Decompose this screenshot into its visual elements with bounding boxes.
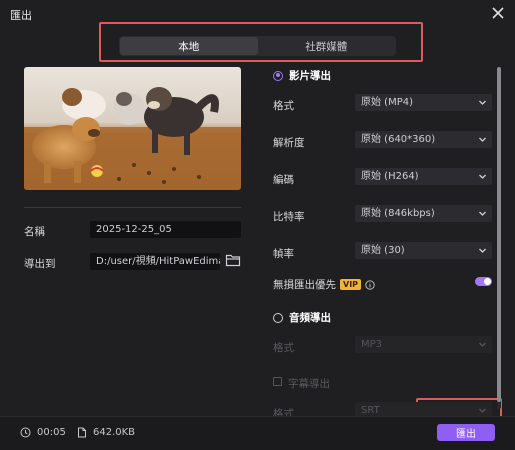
filesize-info: 642.0KB <box>77 427 135 438</box>
settings-scrollbar[interactable] <box>497 67 501 409</box>
audio-export-option[interactable]: 音頻導出 <box>273 310 331 325</box>
window-title: 匯出 <box>10 9 32 22</box>
codec-select[interactable]: 原始 (H264) <box>355 168 492 185</box>
chevron-down-icon <box>479 100 486 105</box>
format-label: 格式 <box>273 100 294 112</box>
tab-local[interactable]: 本地 <box>120 37 258 55</box>
chevron-down-icon <box>479 408 486 413</box>
export-button[interactable]: 匯出 <box>437 424 495 441</box>
export-to-label: 導出到 <box>24 258 56 270</box>
filesize-value: 642.0KB <box>93 427 136 438</box>
bitrate-label: 比特率 <box>273 211 305 223</box>
chevron-down-icon <box>479 174 486 179</box>
video-preview-thumbnail <box>24 67 241 190</box>
chevron-down-icon <box>479 137 486 142</box>
folder-icon[interactable] <box>225 253 241 267</box>
bitrate-value: 原始 (846kbps) <box>361 208 435 219</box>
framerate-value: 原始 (30) <box>361 245 405 256</box>
audio-format-select[interactable]: MP3 <box>355 336 492 353</box>
file-icon <box>78 427 86 438</box>
duration-info: 00:05 <box>20 427 66 438</box>
codec-value: 原始 (H264) <box>361 171 419 182</box>
audio-export-title: 音頻導出 <box>289 312 331 324</box>
subtitle-format-value: SRT <box>361 405 380 416</box>
subtitle-export-label: 字幕導出 <box>288 378 330 390</box>
close-icon[interactable] <box>489 4 507 22</box>
left-divider <box>24 207 241 208</box>
name-input[interactable]: 2025-12-25_05 <box>90 221 241 238</box>
duration-value: 00:05 <box>37 427 66 438</box>
resolution-label: 解析度 <box>273 137 305 149</box>
tab-social-media[interactable]: 社群媒體 <box>258 37 396 55</box>
video-export-option[interactable]: 影片導出 <box>273 68 331 83</box>
audio-export-radio[interactable] <box>273 312 283 323</box>
resolution-value: 原始 (640*360) <box>361 134 436 145</box>
video-export-radio[interactable] <box>273 70 283 81</box>
vip-badge: VIP <box>340 279 362 290</box>
title-bar: 匯出 <box>0 0 515 28</box>
chevron-down-icon <box>479 248 486 253</box>
lossless-export-label: 無損匯出優先 <box>273 279 336 291</box>
resolution-select[interactable]: 原始 (640*360) <box>355 131 492 148</box>
export-path-input[interactable]: D:/user/視頻/HitPawEdimakor <box>90 253 220 270</box>
lossless-export-toggle[interactable] <box>475 277 492 286</box>
framerate-select[interactable]: 原始 (30) <box>355 242 492 259</box>
scrollbar-thumb[interactable] <box>497 67 501 402</box>
codec-label: 編碼 <box>273 174 294 186</box>
lossless-export-row: 無損匯出優先 VIP <box>273 277 375 292</box>
chevron-down-icon <box>479 211 486 216</box>
framerate-label: 幀率 <box>273 248 294 260</box>
format-value: 原始 (MP4) <box>361 97 414 108</box>
clock-icon <box>20 427 31 438</box>
video-export-title: 影片導出 <box>289 70 331 82</box>
audio-format-label: 格式 <box>273 342 294 354</box>
info-icon[interactable] <box>365 279 375 290</box>
audio-format-value: MP3 <box>361 339 383 350</box>
bitrate-select[interactable]: 原始 (846kbps) <box>355 205 492 222</box>
chevron-down-icon <box>479 342 486 347</box>
subtitle-export-checkbox[interactable] <box>273 377 282 386</box>
format-select[interactable]: 原始 (MP4) <box>355 94 492 111</box>
name-label: 名稱 <box>24 226 45 238</box>
export-target-tabs: 本地 社群媒體 <box>119 36 396 56</box>
dogs-preview-image <box>24 67 241 190</box>
